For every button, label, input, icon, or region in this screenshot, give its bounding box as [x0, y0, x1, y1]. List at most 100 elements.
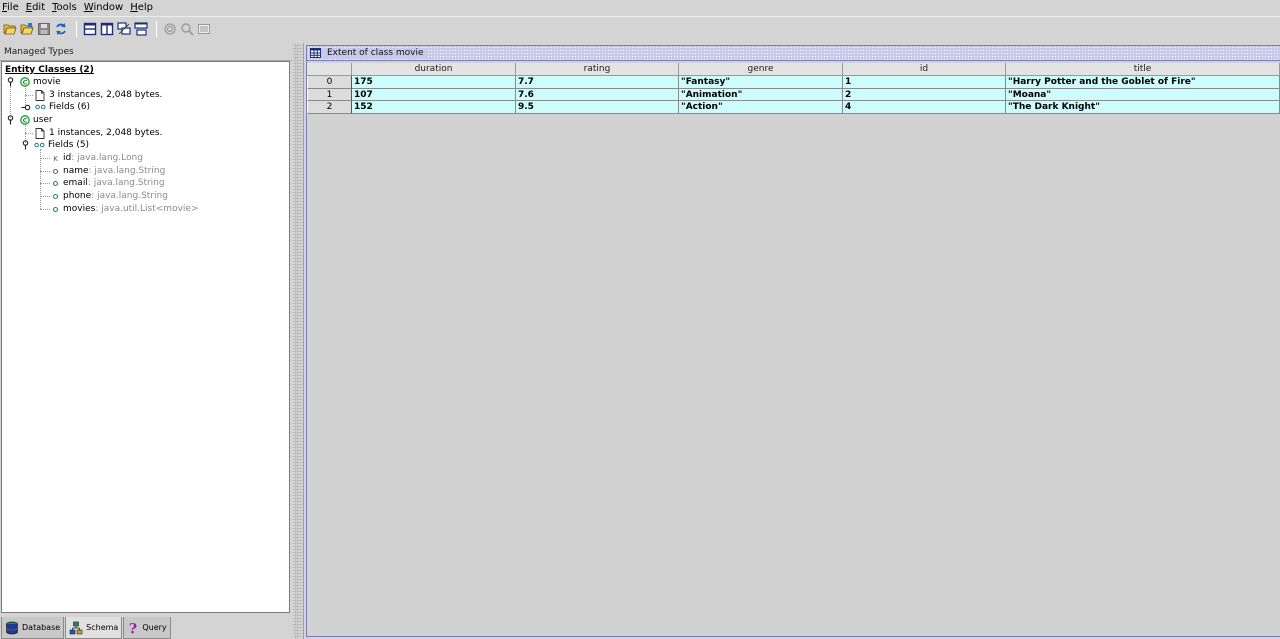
zoom-icon[interactable] — [179, 21, 195, 37]
extent-table: duration rating genre id title 0 175 7.7… — [307, 63, 1280, 114]
expanded-handle-icon[interactable] — [6, 77, 15, 87]
column-header[interactable]: duration — [352, 63, 516, 76]
tree-node-field-id[interactable]: K id : java.lang.Long — [52, 152, 143, 164]
managed-types-panel: Managed Types Entity Classes (2) C movie… — [0, 45, 292, 615]
column-header[interactable]: id — [843, 63, 1006, 76]
fields-icon — [35, 104, 46, 110]
user-fields-label: Fields (5) — [48, 140, 90, 150]
table-icon — [310, 48, 321, 58]
tree-node-user-instances[interactable]: 1 instances, 2,048 bytes. — [35, 127, 162, 139]
table-cell[interactable]: "The Dark Knight" — [1006, 101, 1280, 114]
svg-text:K: K — [53, 155, 58, 162]
tree-line — [40, 183, 50, 184]
field-icon — [52, 206, 59, 213]
open-folder-icon[interactable] — [2, 21, 18, 37]
svg-text:C: C — [23, 79, 28, 87]
table-cell[interactable]: 7.6 — [516, 88, 679, 101]
desktop-pane: Extent of class movie duration rating ge… — [303, 43, 1280, 639]
target-icon[interactable] — [162, 21, 178, 37]
window-title: Extent of class movie — [323, 48, 428, 58]
column-header[interactable]: genre — [679, 63, 843, 76]
tree-line — [40, 158, 50, 159]
table-cell[interactable]: 9.5 — [516, 101, 679, 114]
field-name: id — [63, 153, 72, 163]
tab-query[interactable]: ? Query — [123, 617, 171, 639]
entity-classes-label: Entity Classes (2) — [5, 65, 94, 75]
table-row[interactable]: 2 152 9.5 "Action" 4 "The Dark Knight" — [307, 101, 1280, 114]
tab-query-label: Query — [142, 623, 167, 632]
table-cell[interactable]: 4 — [843, 101, 1006, 114]
menu-edit[interactable]: Edit — [24, 1, 48, 14]
entity-class-icon: C — [20, 115, 30, 125]
column-header[interactable]: rating — [516, 63, 679, 76]
field-name: phone — [63, 191, 92, 201]
expanded-handle-icon[interactable] — [21, 140, 30, 150]
toolbar — [0, 16, 1280, 41]
row-index: 0 — [307, 76, 352, 89]
table-cell[interactable]: 2 — [843, 88, 1006, 101]
bottom-tab-bar: Database Schema ? Query — [0, 615, 292, 639]
table-cell[interactable]: "Harry Potter and the Goblet of Fire" — [1006, 76, 1280, 89]
tab-schema[interactable]: Schema — [65, 617, 123, 639]
tree-line — [25, 95, 33, 96]
tree-node-movie-instances[interactable]: 3 instances, 2,048 bytes. — [35, 89, 162, 101]
document-icon — [35, 89, 45, 101]
field-name: movies — [63, 204, 96, 214]
toolbar-separator — [156, 21, 157, 37]
table-cell[interactable]: 152 — [352, 101, 516, 114]
tree-node-movie-fields[interactable]: Fields (6) — [21, 101, 90, 113]
tree-node-field-movies[interactable]: movies : java.util.List<movie> — [52, 203, 199, 215]
tile-windows-icon[interactable] — [133, 21, 149, 37]
refresh-icon[interactable] — [53, 21, 69, 37]
field-type: : java.util.List<movie> — [95, 204, 199, 214]
table-row[interactable]: 0 175 7.7 "Fantasy" 1 "Harry Potter and … — [307, 76, 1280, 89]
table-cell[interactable]: "Moana" — [1006, 88, 1280, 101]
document-icon — [35, 127, 45, 139]
split-horizontal-icon[interactable] — [82, 21, 98, 37]
table-cell[interactable]: 7.7 — [516, 76, 679, 89]
tree-line — [40, 209, 50, 210]
extent-window[interactable]: Extent of class movie duration rating ge… — [306, 45, 1280, 637]
user-instances-label: 1 instances, 2,048 bytes. — [49, 128, 163, 138]
table-cell[interactable]: "Fantasy" — [679, 76, 843, 89]
tree-root-entity-classes[interactable]: Entity Classes (2) — [5, 64, 94, 76]
row-index: 2 — [307, 101, 352, 114]
entity-class-icon: C — [20, 77, 30, 87]
field-type: : java.lang.String — [88, 166, 166, 176]
table-row[interactable]: 1 107 7.6 "Animation" 2 "Moana" — [307, 88, 1280, 101]
tree-node-field-name[interactable]: name : java.lang.String — [52, 165, 165, 177]
toolbar-separator — [76, 21, 77, 37]
save-icon[interactable] — [36, 21, 52, 37]
cascade-windows-icon[interactable] — [116, 21, 132, 37]
expanded-handle-icon[interactable] — [6, 115, 15, 125]
field-icon — [52, 193, 59, 200]
list-view-icon[interactable] — [196, 21, 212, 37]
menu-window[interactable]: Window — [82, 1, 126, 14]
tree-line — [25, 133, 33, 134]
split-pane-divider[interactable] — [293, 43, 302, 639]
menu-tools[interactable]: Tools — [50, 1, 80, 14]
table-cell[interactable]: 175 — [352, 76, 516, 89]
table-cell[interactable]: 107 — [352, 88, 516, 101]
table-cell[interactable]: 1 — [843, 76, 1006, 89]
header-index-column — [307, 63, 352, 76]
tree-node-field-email[interactable]: email : java.lang.String — [52, 177, 165, 189]
tree-node-user-fields[interactable]: Fields (5) — [21, 139, 89, 151]
menu-help[interactable]: Help — [128, 1, 156, 14]
column-header[interactable]: title — [1006, 63, 1280, 76]
field-name: email — [63, 178, 88, 188]
tree-node-movie[interactable]: C movie — [6, 76, 61, 88]
menu-file[interactable]: File — [0, 1, 22, 14]
open-database-icon[interactable] — [19, 21, 35, 37]
managed-types-tree[interactable]: Entity Classes (2) C movie 3 instances, … — [1, 61, 290, 613]
table-cell[interactable]: "Action" — [679, 101, 843, 114]
split-vertical-icon[interactable] — [99, 21, 115, 37]
field-type: : java.lang.String — [91, 191, 168, 201]
tree-node-field-phone[interactable]: phone : java.lang.String — [52, 190, 168, 202]
collapsed-handle-icon[interactable] — [21, 103, 31, 112]
table-cell[interactable]: "Animation" — [679, 88, 843, 101]
tree-node-user[interactable]: C user — [6, 114, 53, 126]
tab-database[interactable]: Database — [1, 617, 65, 639]
table-header: duration rating genre id title — [307, 63, 1280, 76]
window-title-bar[interactable]: Extent of class movie — [307, 46, 1280, 61]
